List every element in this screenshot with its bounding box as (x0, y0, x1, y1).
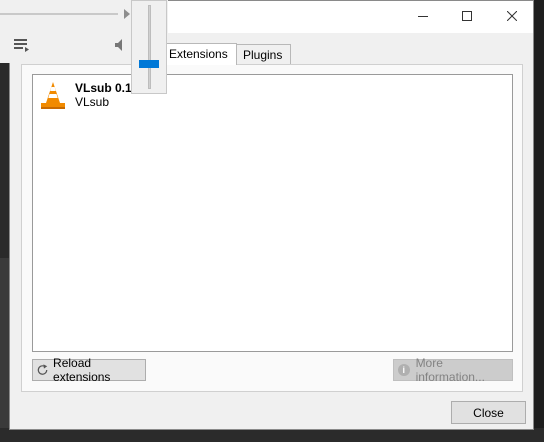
seek-bar[interactable] (0, 13, 118, 15)
minimize-icon (418, 16, 428, 17)
reload-extensions-button[interactable]: Reload extensions (32, 356, 146, 384)
refresh-icon (37, 364, 48, 375)
list-item[interactable]: VLsub 0.11 VLsub (39, 81, 138, 113)
extension-author: VLsub (75, 95, 110, 109)
info-icon: i (398, 364, 410, 376)
playlist-icon[interactable] (14, 38, 30, 52)
extension-name: VLsub 0.11 (75, 81, 138, 95)
close-icon (507, 11, 517, 21)
close-button[interactable]: Close (451, 401, 526, 424)
tab-plugins[interactable]: Plugins (234, 44, 292, 64)
reload-extensions-label: Reload extensions (53, 356, 111, 384)
vlc-cone-icon (41, 82, 65, 109)
volume-slider-handle[interactable] (139, 60, 159, 68)
more-information-button[interactable]: i More information... (393, 356, 513, 384)
plugins-extensions-dialog: Extensions Plugins VLsub 0.11 VLsub Relo… (9, 0, 534, 430)
extensions-tab-panel: VLsub 0.11 VLsub Reload extensions i Mor… (21, 64, 523, 392)
close-window-button[interactable] (489, 1, 535, 31)
tab-extensions[interactable]: Extensions (160, 43, 237, 65)
extensions-list[interactable]: VLsub 0.11 VLsub (32, 74, 513, 352)
volume-slider-track[interactable] (148, 5, 151, 89)
player-status-strip (0, 428, 544, 442)
seek-arrow-icon (124, 9, 130, 19)
speaker-icon[interactable] (115, 39, 125, 51)
more-information-label: More information... (415, 356, 485, 384)
maximize-icon (462, 11, 472, 21)
minimize-button[interactable] (400, 1, 446, 31)
volume-popup (131, 0, 167, 94)
maximize-button[interactable] (444, 1, 490, 31)
